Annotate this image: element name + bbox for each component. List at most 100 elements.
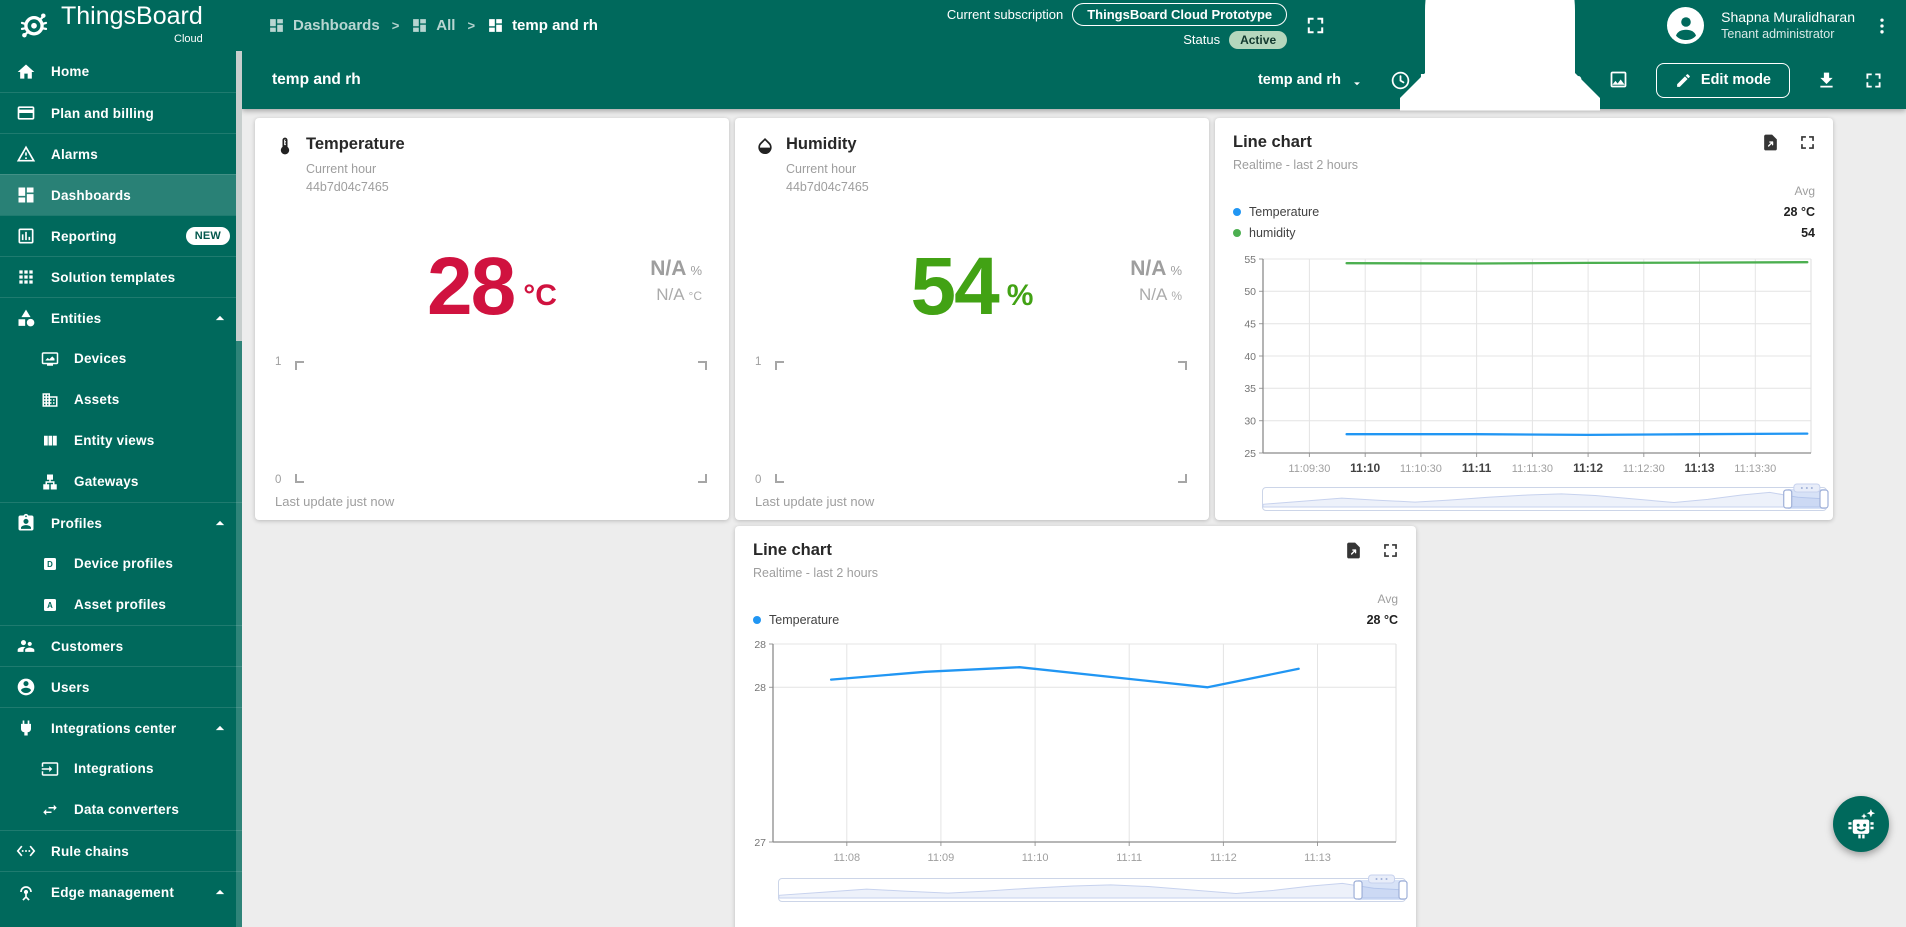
sidebar-item-dashboards[interactable]: Dashboards bbox=[0, 174, 242, 215]
legend-item-humidity[interactable]: humidity54 bbox=[1233, 222, 1815, 243]
sidebar-item-asset-profiles[interactable]: AAsset profiles bbox=[0, 584, 242, 625]
temperature-widget: Temperature Current hour 44b7d04c7465 28… bbox=[255, 118, 729, 520]
widget-subtitle: Realtime - last 2 hours bbox=[753, 566, 1398, 580]
svg-text:11:13:30: 11:13:30 bbox=[1734, 463, 1776, 475]
legend-item-temperature[interactable]: Temperature28 °C bbox=[1233, 201, 1815, 222]
sidebar-item-profiles[interactable]: Profiles bbox=[0, 502, 242, 543]
user-name: Shapna Muralidharan bbox=[1721, 8, 1855, 26]
spark-axis-max: 1 bbox=[275, 356, 281, 368]
svg-text:45: 45 bbox=[1244, 319, 1256, 331]
thingsboard-app: ThingsBoard Cloud Dashboards > All > temp an… bbox=[0, 0, 1906, 927]
sidebar-item-data-converters[interactable]: Data converters bbox=[0, 789, 242, 830]
chart-legend: Avg Temperature28 °C bbox=[735, 592, 1416, 630]
sidebar-item-edge-management[interactable]: Edge management bbox=[0, 871, 242, 912]
sidebar-item-assets[interactable]: Assets bbox=[0, 379, 242, 420]
instance-antenna-icon bbox=[41, 924, 59, 927]
sidebar-item-instances[interactable]: Instances bbox=[0, 912, 242, 927]
breadcrumb-separator: > bbox=[467, 18, 475, 33]
gateways-icon bbox=[41, 473, 59, 491]
sidebar-item-gateways[interactable]: Gateways bbox=[0, 461, 242, 502]
line-chart-widget-2: Line chart Realtime - last 2 hours Avg T… bbox=[735, 526, 1416, 927]
sidebar-item-devices[interactable]: Devices bbox=[0, 338, 242, 379]
sidebar-item-users[interactable]: Users bbox=[0, 666, 242, 707]
entities-icon bbox=[16, 308, 36, 328]
sidebar-item-device-profiles[interactable]: DDevice profiles bbox=[0, 543, 242, 584]
sidebar-scrollbar[interactable] bbox=[236, 51, 242, 927]
subscription-chip[interactable]: ThingsBoard Cloud Prototype bbox=[1072, 3, 1287, 26]
export-widget-icon[interactable] bbox=[1344, 541, 1363, 560]
legend-item-temperature[interactable]: Temperature28 °C bbox=[753, 609, 1398, 630]
svg-text:11:13: 11:13 bbox=[1684, 461, 1714, 475]
svg-text:11:09:30: 11:09:30 bbox=[1288, 463, 1330, 475]
sidebar-item-label: Integrations bbox=[74, 761, 154, 776]
svg-text:11:12:30: 11:12:30 bbox=[1623, 463, 1665, 475]
svg-text:11:10: 11:10 bbox=[1022, 852, 1049, 864]
thingsboard-logo[interactable]: ThingsBoard Cloud bbox=[0, 3, 232, 48]
widget-title: Temperature bbox=[306, 135, 405, 154]
sidebar-item-rule-chains[interactable]: Rule chains bbox=[0, 830, 242, 871]
reporting-icon bbox=[16, 226, 36, 246]
person-icon bbox=[1670, 10, 1702, 42]
time-zoom-slider[interactable] bbox=[778, 878, 1406, 902]
legend-dot bbox=[753, 616, 761, 624]
warning-icon bbox=[16, 144, 36, 164]
chevron-up-icon bbox=[210, 308, 230, 328]
thingsboard-logo-icon bbox=[16, 3, 52, 48]
ai-assistant-button[interactable] bbox=[1833, 796, 1889, 852]
widget-fullscreen-icon[interactable] bbox=[1381, 541, 1400, 560]
edge-antenna-icon bbox=[16, 882, 36, 902]
sidebar-item-label: Asset profiles bbox=[74, 597, 166, 612]
entity-views-icon bbox=[41, 432, 59, 450]
sidebar-item-integrations[interactable]: Integrations bbox=[0, 748, 242, 789]
sidebar-item-alarms[interactable]: Alarms bbox=[0, 133, 242, 174]
sidebar-item-solution-templates[interactable]: Solution templates bbox=[0, 256, 242, 297]
spark-axis-min: 0 bbox=[755, 474, 761, 486]
user-role: Tenant administrator bbox=[1721, 26, 1855, 42]
dashboards-icon bbox=[16, 185, 36, 205]
chart-legend: Avg Temperature28 °Chumidity54 bbox=[1215, 184, 1833, 243]
sidebar-scroll-thumb[interactable] bbox=[236, 51, 242, 341]
sidebar: Home Plan and billing AlarmsDashboardsRepo… bbox=[0, 51, 242, 927]
more-menu-icon[interactable] bbox=[1872, 15, 1892, 37]
legend-header: Avg bbox=[1233, 184, 1815, 201]
sidebar-item-label: Plan and billing bbox=[51, 106, 154, 121]
svg-text:50: 50 bbox=[1244, 286, 1256, 298]
sidebar-item-reporting[interactable]: ReportingNEW bbox=[0, 215, 242, 256]
sidebar-item-entities[interactable]: Entities bbox=[0, 297, 242, 338]
sparkline-area: 1 0 bbox=[275, 356, 707, 486]
spark-axis-max: 1 bbox=[755, 356, 761, 368]
humidity-value: 54 bbox=[911, 241, 998, 332]
widget-title: Line chart bbox=[753, 541, 1398, 560]
svg-text:55: 55 bbox=[1244, 254, 1256, 266]
fullscreen-icon[interactable] bbox=[1304, 14, 1327, 37]
humidity-drop-icon bbox=[755, 136, 775, 156]
sidebar-item-label: Profiles bbox=[51, 516, 102, 531]
notifications-button[interactable]: 4 bbox=[1350, 0, 1650, 178]
sidebar-item-label: Device profiles bbox=[74, 556, 173, 571]
sidebar-item-entity-views[interactable]: Entity views bbox=[0, 420, 242, 461]
sidebar-item-label: Rule chains bbox=[51, 844, 129, 859]
time-zoom-slider[interactable] bbox=[1262, 487, 1827, 511]
breadcrumb-item-dashboards[interactable]: Dashboards bbox=[268, 17, 380, 34]
breadcrumb-separator: > bbox=[392, 18, 400, 33]
sidebar-item-label: Assets bbox=[74, 392, 119, 407]
widget-title: Humidity bbox=[786, 135, 869, 154]
svg-text:11:12: 11:12 bbox=[1210, 852, 1237, 864]
sidebar-item-label: Home bbox=[51, 64, 89, 79]
avatar[interactable] bbox=[1667, 7, 1704, 44]
sidebar-item-customers[interactable]: Customers bbox=[0, 625, 242, 666]
svg-text:11:09: 11:09 bbox=[928, 852, 955, 864]
sidebar-item-label: Entity views bbox=[74, 433, 154, 448]
sidebar-item-home[interactable]: Home bbox=[0, 51, 242, 92]
customers-icon bbox=[16, 636, 36, 656]
breadcrumb-item-all[interactable]: All bbox=[411, 17, 455, 34]
legend-dot bbox=[1233, 229, 1241, 237]
dashboards-icon bbox=[487, 17, 504, 34]
breadcrumb-item-temp-and-rh[interactable]: temp and rh bbox=[487, 17, 598, 34]
temperature-unit: °C bbox=[523, 279, 557, 312]
sidebar-item-integrations-center[interactable]: Integrations center bbox=[0, 707, 242, 748]
sidebar-item-plan-and-billing[interactable]: Plan and billing bbox=[0, 92, 242, 133]
svg-text:11:10: 11:10 bbox=[1350, 461, 1380, 475]
legend-dot bbox=[1233, 208, 1241, 216]
svg-text:11:10:30: 11:10:30 bbox=[1400, 463, 1442, 475]
